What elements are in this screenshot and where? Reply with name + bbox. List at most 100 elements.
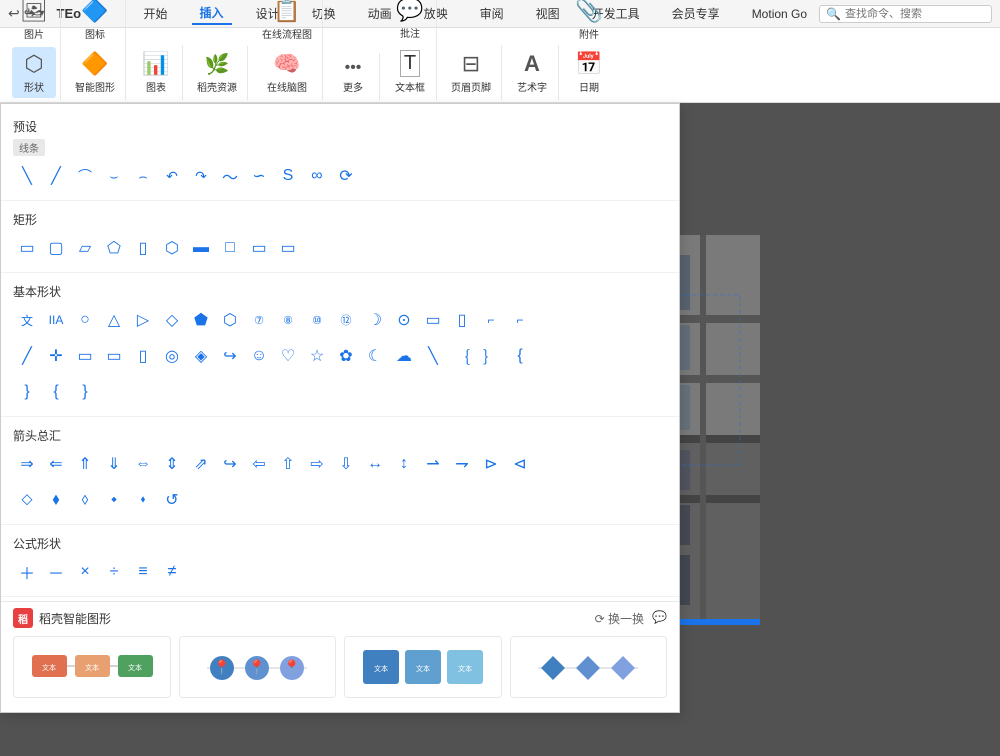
shape-basic-22[interactable]: ▭ [100,342,128,370]
shape-rect-2[interactable]: ▢ [42,234,70,262]
tab-motion-go[interactable]: Motion Go [744,5,815,23]
shape-basic-23[interactable]: ▯ [129,342,157,370]
shape-basic-30[interactable]: ✿ [332,342,360,370]
formula-notequal[interactable]: ≠ [158,558,186,586]
search-input[interactable] [845,8,985,20]
shape-basic-38[interactable]: { [42,378,70,406]
shape-basic-35[interactable]: ｝ [477,342,505,370]
shape-basic-26[interactable]: ↪ [216,342,244,370]
shape-rect-6[interactable]: ⬡ [158,234,186,262]
shape-basic-8[interactable]: ⬡ [216,306,244,334]
shape-basic-32[interactable]: ☁ [390,342,418,370]
attachment-button[interactable]: 📎 附件 [567,0,611,45]
chart-button[interactable]: 📊 图表 [134,47,178,98]
shape-rect-9[interactable]: ▭ [245,234,273,262]
shape-basic-31[interactable]: ☾ [361,342,389,370]
arrow-4[interactable]: ⇓ [100,450,128,478]
arrow-13[interactable]: ↔ [361,450,389,478]
template-card-2[interactable]: 📍 📍 📍 [179,636,337,698]
arrow-24[interactable]: ↺ [158,486,186,514]
tab-review[interactable]: 审阅 [472,3,512,24]
shape-basic-11[interactable]: ⑩ [303,306,331,334]
arrow-7[interactable]: ⇗ [187,450,215,478]
arrow-10[interactable]: ⇧ [274,450,302,478]
shape-basic-25[interactable]: ◈ [187,342,215,370]
shape-basic-34[interactable]: ｛ [448,342,476,370]
shape-rect-5[interactable]: ▯ [129,234,157,262]
template-card-4[interactable] [510,636,668,698]
tab-insert[interactable]: 插入 [192,2,232,25]
formula-plus[interactable]: ＋ [13,558,41,586]
daoke-button[interactable]: 🌿 稻壳资源 [191,48,243,98]
shape-basic-37[interactable]: } [13,378,41,406]
formula-divide[interactable]: ÷ [100,558,128,586]
shape-line-9[interactable]: ∽ [245,162,273,190]
shape-basic-3[interactable]: ○ [71,306,99,334]
textbox-button[interactable]: T 文本框 [388,46,432,98]
shape-basic-17[interactable]: ⌐ [477,306,505,334]
arrow-19[interactable]: ⬦ [13,486,41,514]
shape-basic-29[interactable]: ☆ [303,342,331,370]
arrow-22[interactable]: ⬩ [100,486,128,514]
date-button[interactable]: 📅 日期 [567,47,611,98]
arrow-8[interactable]: ↪ [216,450,244,478]
arrow-16[interactable]: ⇁ [448,450,476,478]
smartshape-button[interactable]: 🔶 智能图形 [69,47,121,98]
arrow-5[interactable]: ⇔ [129,450,157,478]
shape-basic-6[interactable]: ◇ [158,306,186,334]
tab-start[interactable]: 开始 [136,3,176,24]
shape-basic-19[interactable]: ╱ [13,342,41,370]
mindmap-button[interactable]: 🧠 在线脑图 [261,47,313,98]
arrow-2[interactable]: ⇐ [42,450,70,478]
shape-line-10[interactable]: S [274,162,302,190]
shape-rect-8[interactable]: □ [216,234,244,262]
shape-basic-5[interactable]: ▷ [129,306,157,334]
flowchart-button[interactable]: 📋 在线流程图 [256,0,318,45]
wordart-button[interactable]: A 艺术字 [510,47,554,98]
refresh-button[interactable]: ⟳ 换一换 [595,610,644,627]
shape-basic-21[interactable]: ▭ [71,342,99,370]
shape-basic-28[interactable]: ♡ [274,342,302,370]
shape-line-8[interactable]: 〜 [216,162,244,190]
shape-basic-10[interactable]: ⑧ [274,306,302,334]
shape-line-3[interactable]: ⌒ [71,162,99,190]
shape-line-4[interactable]: ⌣ [100,162,128,190]
arrow-14[interactable]: ↕ [390,450,418,478]
shape-rect-4[interactable]: ⬠ [100,234,128,262]
shape-basic-13[interactable]: ☽ [361,306,389,334]
comment-button-smart[interactable]: 💬 [652,610,667,627]
shape-basic-16[interactable]: ▯ [448,306,476,334]
shape-basic-24[interactable]: ◎ [158,342,186,370]
tab-vip[interactable]: 会员专享 [664,3,728,24]
shape-basic-27[interactable]: ☺ [245,342,273,370]
shape-basic-15[interactable]: ▭ [419,306,447,334]
arrow-18[interactable]: ⊲ [506,450,534,478]
arrow-23[interactable]: ⬪ [129,486,157,514]
shape-line-12[interactable]: ⟳ [332,162,360,190]
arrow-12[interactable]: ⇩ [332,450,360,478]
template-card-3[interactable]: 文本 文本 文本 [344,636,502,698]
shape-basic-20[interactable]: ✛ [42,342,70,370]
arrow-9[interactable]: ⇦ [245,450,273,478]
formula-multiply[interactable]: × [71,558,99,586]
shape-rect-1[interactable]: ▭ [13,234,41,262]
shape-rect-10[interactable]: ▭ [274,234,302,262]
shape-basic-4[interactable]: △ [100,306,128,334]
shape-rect-7[interactable]: ▬ [187,234,215,262]
icon-button[interactable]: 🔷 图标 [73,0,117,45]
template-card-1[interactable]: 文本 文本 文本 [13,636,171,698]
arrow-21[interactable]: ⬨ [71,486,99,514]
arrow-6[interactable]: ⇕ [158,450,186,478]
search-box[interactable]: 🔍 [819,5,992,23]
shape-basic-39[interactable]: } [71,378,99,406]
shape-line-2[interactable]: ╱ [42,162,70,190]
arrow-1[interactable]: ⇒ [13,450,41,478]
shape-rect-3[interactable]: ▱ [71,234,99,262]
shape-basic-14[interactable]: ⊙ [390,306,418,334]
shape-basic-7[interactable]: ⬟ [187,306,215,334]
shape-basic-33[interactable]: ╲ [419,342,447,370]
arrow-15[interactable]: ⇀ [419,450,447,478]
shape-line-11[interactable]: ∞ [303,162,331,190]
formula-equal[interactable]: ≡ [129,558,157,586]
shape-line-5[interactable]: ⌢ [129,162,157,190]
